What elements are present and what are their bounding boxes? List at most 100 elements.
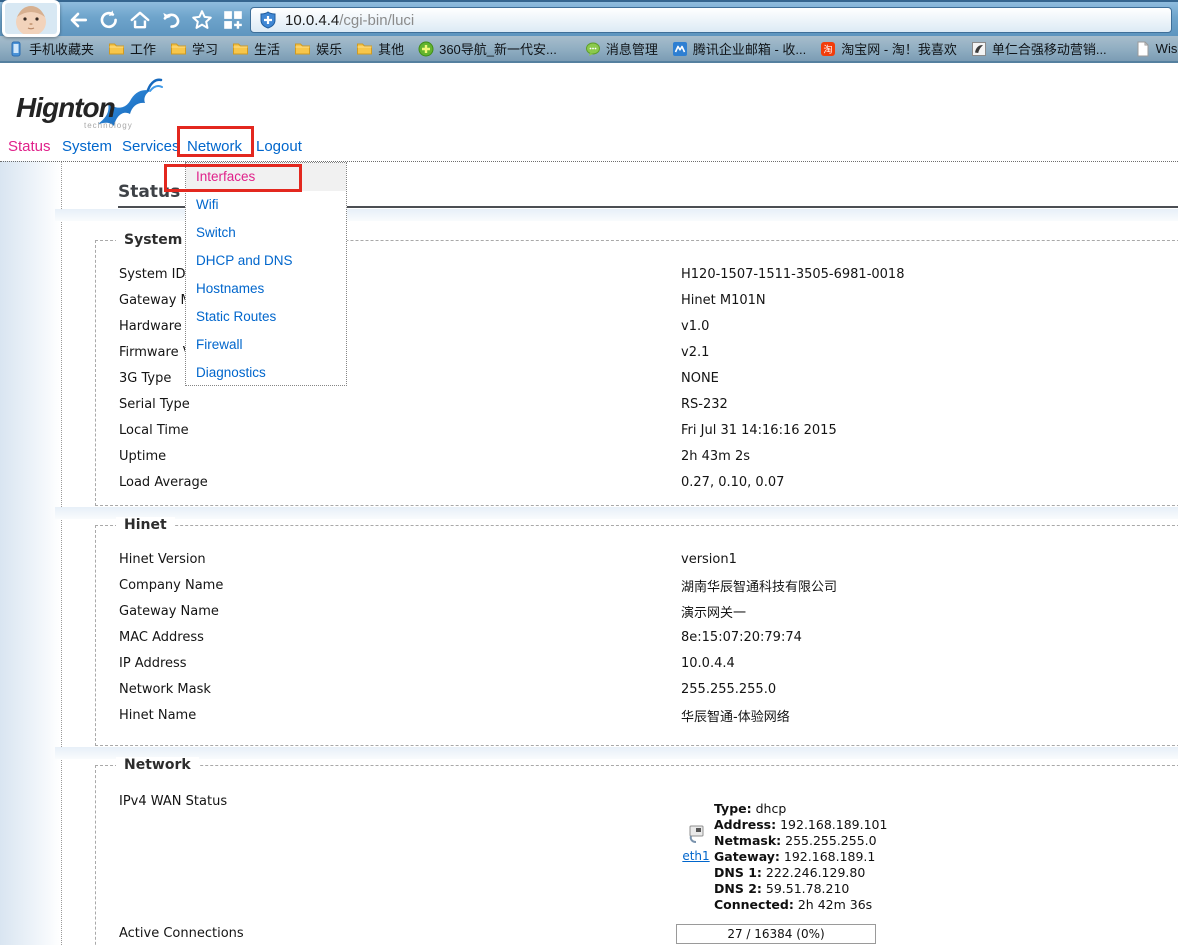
nav-status[interactable]: Status: [8, 138, 51, 155]
menu-item-hostnames[interactable]: Hostnames: [186, 275, 346, 303]
hinet-section: Hinet Hinet Versionversion1 Company Name…: [95, 525, 1178, 746]
page-left-gradient: [0, 161, 61, 945]
folder-icon: [356, 41, 373, 56]
row-value: v2.1: [681, 345, 1178, 360]
back-button[interactable]: [66, 6, 90, 34]
bookmarks-bar: 手机收藏夹 工作 学习 生活 娱乐 其他 360导航_新一代安... 消息管理: [0, 36, 1178, 63]
menu-item-static-routes[interactable]: Static Routes: [186, 303, 346, 331]
bookmark-label: 腾讯企业邮箱 - 收...: [693, 39, 806, 58]
avatar-photo: [5, 3, 57, 34]
row-value: 8e:15:07:20:79:74: [681, 630, 1178, 645]
bookmark-label: 工作: [130, 39, 156, 58]
nav-services[interactable]: Services: [122, 138, 180, 155]
url-text: 10.0.4.4/cgi-bin/luci: [285, 12, 414, 29]
apps-grid-icon: [222, 9, 244, 31]
favorites-button[interactable]: [190, 6, 214, 34]
phone-icon: [8, 41, 24, 57]
browser-avatar[interactable]: [2, 0, 60, 37]
bookmark-folder-study[interactable]: 学习: [170, 39, 218, 58]
bookmark-label: 手机收藏夹: [29, 39, 94, 58]
bookmark-message-manager[interactable]: 消息管理: [585, 39, 658, 58]
system-legend: System: [116, 232, 190, 248]
row-label: Gateway Name: [119, 604, 681, 619]
row-value: 华辰智通-体验网络: [681, 706, 1178, 725]
row-value: Hinet M101N: [681, 293, 1178, 308]
row-value: RS-232: [681, 397, 1178, 412]
back-icon: [67, 9, 89, 31]
row-value: 湖南华辰智通科技有限公司: [681, 576, 1178, 595]
security-shield-icon[interactable]: [259, 11, 277, 29]
bookmark-label: 淘宝网 - 淘！我喜欢: [841, 39, 957, 58]
menu-item-dhcp-dns[interactable]: DHCP and DNS: [186, 247, 346, 275]
wan-details: Type:dhcp Address:192.168.189.101 Netmas…: [714, 801, 887, 913]
nav-logout[interactable]: Logout: [256, 138, 302, 155]
taobao-icon: 淘: [820, 41, 836, 57]
star-icon: [191, 9, 213, 31]
bookmark-danren-marketing[interactable]: 单仁合强移动营销...: [971, 39, 1107, 58]
row-value: version1: [681, 552, 1178, 567]
bookmark-360-nav[interactable]: 360导航_新一代安...: [418, 39, 557, 58]
folder-icon: [170, 41, 187, 56]
home-icon: [129, 9, 151, 31]
wan-interface-link[interactable]: eth1: [679, 849, 713, 863]
menu-item-diagnostics[interactable]: Diagnostics: [186, 359, 346, 387]
svg-text:淘: 淘: [824, 43, 833, 54]
bookmark-tencent-mail[interactable]: 腾讯企业邮箱 - 收...: [672, 39, 806, 58]
row-label: MAC Address: [119, 630, 681, 645]
browser-toolbar: 10.0.4.4/cgi-bin/luci: [0, 0, 1178, 36]
bookmark-label: 娱乐: [316, 39, 342, 58]
menu-item-switch[interactable]: Switch: [186, 219, 346, 247]
table-row: Gateway Name演示网关一: [96, 598, 1178, 624]
menu-item-firewall[interactable]: Firewall: [186, 331, 346, 359]
table-row: Network Mask255.255.255.0: [96, 676, 1178, 702]
row-label: Serial Type: [119, 397, 681, 412]
row-label: Hinet Version: [119, 552, 681, 567]
bookmark-label: 360导航_新一代安...: [439, 39, 557, 58]
section-band: [55, 747, 1178, 759]
row-value: 演示网关一: [681, 602, 1178, 621]
bookmark-folder-work[interactable]: 工作: [108, 39, 156, 58]
highlight-box-interfaces: [164, 164, 302, 192]
table-row: Hinet Versionversion1: [96, 546, 1178, 572]
bookmark-label: 其他: [378, 39, 404, 58]
active-connections-progressbar: 27 / 16384 (0%): [676, 924, 876, 944]
address-bar[interactable]: 10.0.4.4/cgi-bin/luci: [250, 7, 1172, 33]
row-value: 10.0.4.4: [681, 656, 1178, 671]
row-value: NONE: [681, 371, 1178, 386]
row-value: 255.255.255.0: [681, 682, 1178, 697]
mail-icon: [672, 41, 688, 57]
bookmark-taobao[interactable]: 淘 淘宝网 - 淘！我喜欢: [820, 39, 957, 58]
bookmark-label: 生活: [254, 39, 280, 58]
refresh-button[interactable]: [97, 6, 121, 34]
bookmark-wisecrm[interactable]: WiseCRM NBS - ...: [1135, 41, 1178, 57]
wan-interface-block: eth1: [679, 824, 713, 863]
wan-detail-line: Address:192.168.189.101: [714, 817, 887, 833]
network-legend: Network: [116, 757, 199, 773]
nav-bottom-dotted-line: [0, 161, 1178, 162]
row-label: Network Mask: [119, 682, 681, 697]
wan-detail-line: Connected:2h 42m 36s: [714, 897, 887, 913]
home-button[interactable]: [128, 6, 152, 34]
page-icon: [1135, 41, 1151, 57]
bookmark-folder-other[interactable]: 其他: [356, 39, 404, 58]
undo-button[interactable]: [159, 6, 183, 34]
bookmark-label: 消息管理: [606, 39, 658, 58]
wan-detail-line: Netmask:255.255.255.0: [714, 833, 887, 849]
table-row: Hinet Name华辰智通-体验网络: [96, 702, 1178, 728]
bookmark-folder-fun[interactable]: 娱乐: [294, 39, 342, 58]
row-value: Fri Jul 31 14:16:16 2015: [681, 423, 1178, 438]
bookmark-phone-favorites[interactable]: 手机收藏夹: [8, 39, 94, 58]
logo-brand-text: Hignton: [16, 92, 115, 124]
nav-system[interactable]: System: [62, 138, 112, 155]
menu-item-wifi[interactable]: Wifi: [186, 191, 346, 219]
ethernet-port-icon: [686, 824, 706, 844]
wan-detail-line: DNS 2:59.51.78.210: [714, 881, 887, 897]
bookmark-label: 单仁合强移动营销...: [992, 39, 1107, 58]
active-connections-label: Active Connections: [119, 926, 244, 941]
apps-button[interactable]: [221, 6, 245, 34]
row-value: H120-1507-1511-3505-6981-0018: [681, 267, 1178, 282]
chat-bubble-icon: [585, 41, 601, 57]
table-row: Uptime2h 43m 2s: [96, 443, 1178, 469]
folder-icon: [232, 41, 249, 56]
bookmark-folder-life[interactable]: 生活: [232, 39, 280, 58]
